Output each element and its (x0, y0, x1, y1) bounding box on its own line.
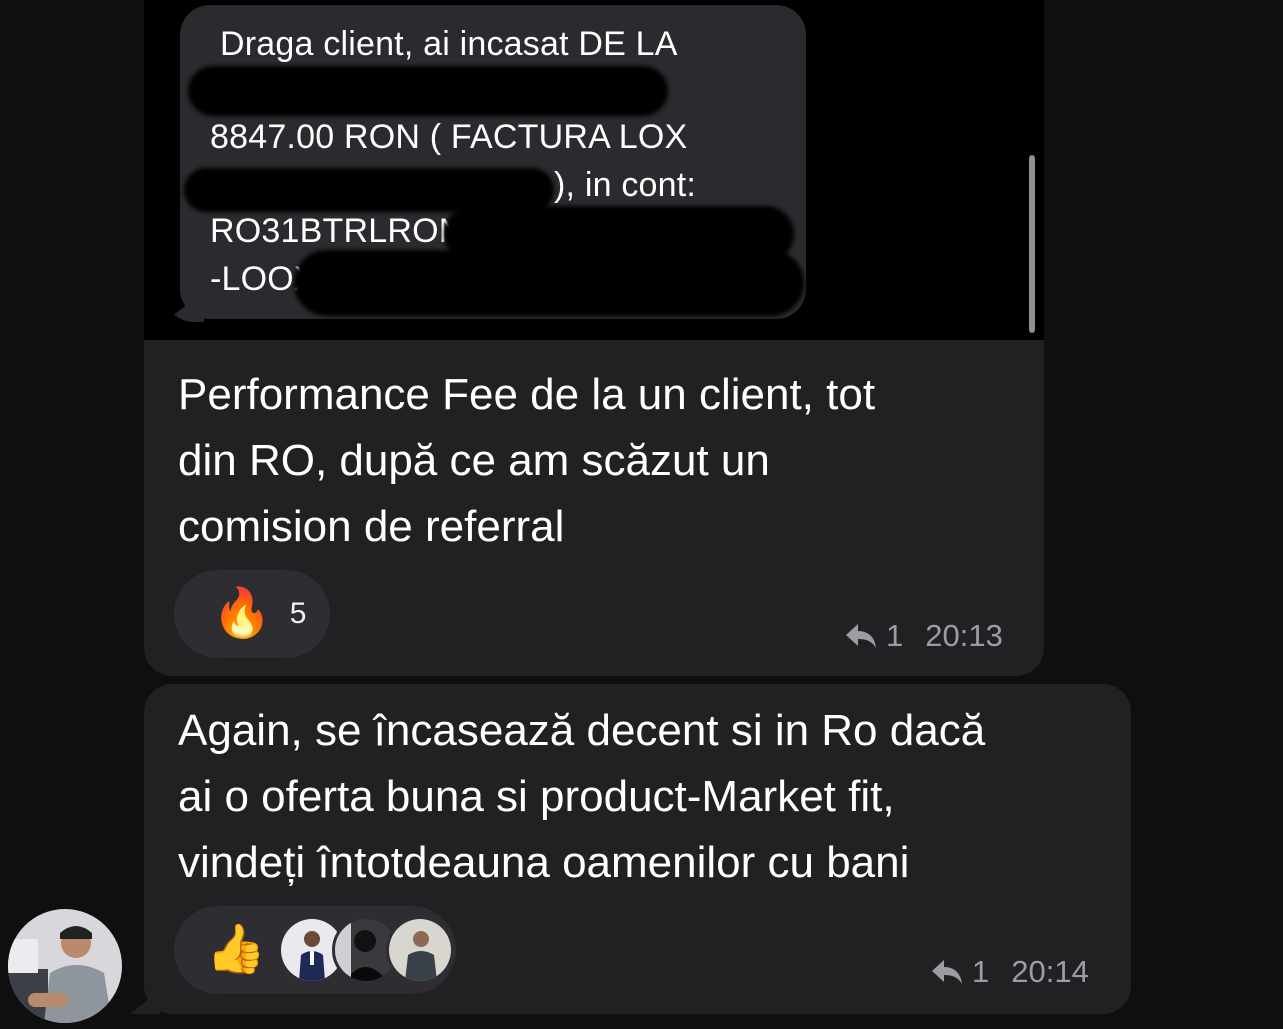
redaction-scribble (294, 250, 804, 316)
message-text-line: Again, se încasează decent si in Ro dacă (178, 706, 986, 755)
reaction-count: 5 (289, 597, 307, 630)
message-text-line: din RO, după ce am scăzut un (178, 436, 770, 485)
sms-text-line: Draga client, ai incasat DE LA (220, 25, 678, 63)
message-text-line: Performance Fee de la un client, tot (178, 370, 876, 419)
reaction-thumbs-up[interactable]: 👍 (174, 906, 456, 994)
message-bubble[interactable]: Again, se încasează decent si in Ro dacă… (144, 684, 1131, 1014)
message-time: 20:14 (1011, 954, 1089, 989)
reactor-avatars[interactable] (277, 916, 454, 984)
reply-arrow-icon[interactable] (930, 957, 964, 987)
message-text-line: ai o oferta buna si product-Market fit, (178, 772, 895, 821)
scrollbar-thumb[interactable] (1029, 155, 1035, 333)
message-text-line: vindeți întotdeauna oamenilor cu bani (178, 838, 910, 887)
reply-count: 1 (972, 954, 990, 989)
message-text: Again, se încasează decent si in Ro dacă… (178, 698, 1118, 896)
attached-screenshot-image[interactable]: Draga client, ai incasat DE LA 8847.00 R… (144, 0, 1044, 340)
message-bubble[interactable]: Draga client, ai incasat DE LA 8847.00 R… (144, 0, 1044, 676)
reply-arrow-icon[interactable] (844, 621, 878, 651)
message-meta: 1 20:13 (844, 618, 1003, 654)
thumbs-up-icon: 👍 (206, 923, 266, 976)
sms-text-line: 8847.00 RON ( FACTURA LOX (210, 118, 688, 156)
message-meta: 1 20:14 (930, 954, 1089, 990)
reactor-avatar[interactable] (385, 916, 454, 984)
fire-icon: 🔥 (212, 587, 272, 640)
sms-text-line: ), in cont: (554, 166, 697, 204)
chat-view: Draga client, ai incasat DE LA 8847.00 R… (0, 0, 1283, 1029)
message-text: Performance Fee de la un client, tot din… (178, 362, 1018, 560)
message-time: 20:13 (925, 618, 1003, 653)
reaction-fire[interactable]: 🔥 5 (174, 570, 330, 658)
message-text-line: comision de referral (178, 502, 565, 551)
redaction-scribble (188, 66, 668, 116)
sender-avatar[interactable] (8, 909, 122, 1023)
reply-count: 1 (886, 618, 904, 653)
